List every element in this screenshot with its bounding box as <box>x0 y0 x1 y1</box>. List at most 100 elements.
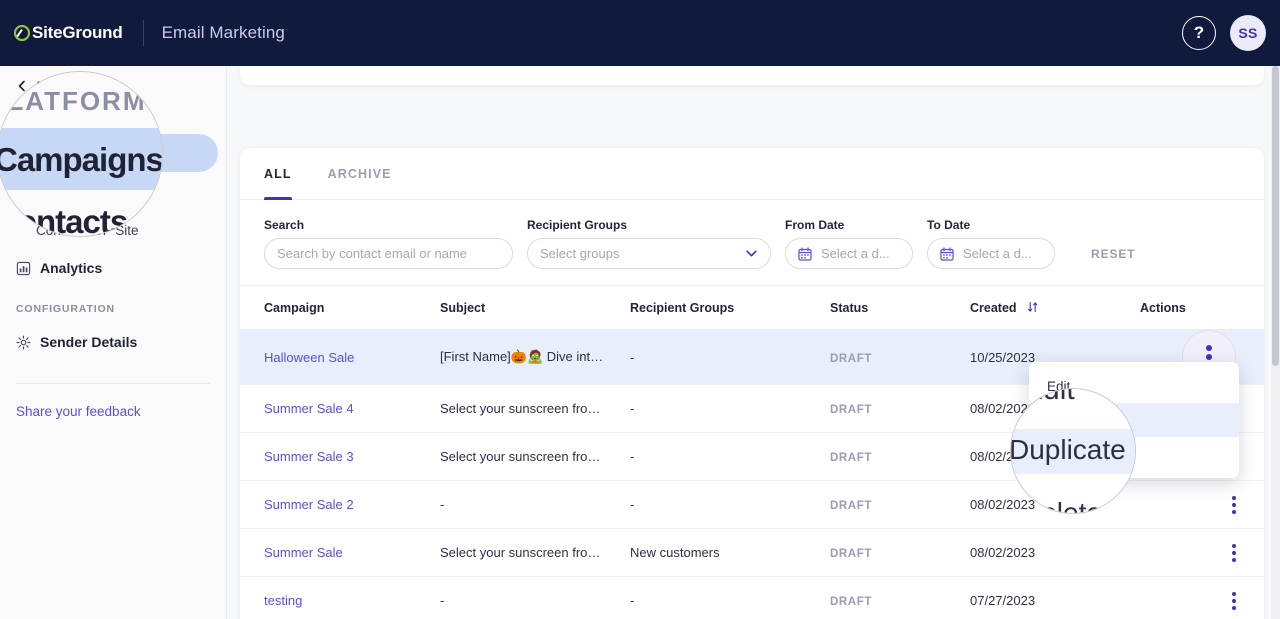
table-row[interactable]: Summer Sale 2- - DRAFT 08/02/2023 <box>240 480 1264 529</box>
cell-status: DRAFT <box>830 432 970 481</box>
table-row[interactable]: testing - - DRAFT 07/27/2023 <box>240 576 1264 619</box>
cell-campaign: Summer Sale 2 <box>240 480 440 529</box>
cell-subject: - <box>440 576 630 619</box>
th-recipient-groups[interactable]: Recipient Groups <box>630 286 830 330</box>
calendar-icon <box>798 246 812 261</box>
cell-recipient-groups: - <box>630 480 830 529</box>
recipient-groups-select[interactable]: Select groups <box>527 238 771 269</box>
table-head: Campaign Subject Recipient Groups Status… <box>240 286 1264 330</box>
from-date-field-group: From Date Select a d... <box>785 218 913 269</box>
cell-recipient-groups: New customers <box>630 528 830 577</box>
menu-item-duplicate[interactable]: Duplicate <box>1029 403 1239 437</box>
top-bar: SiteGround Email Marketing ? SS <box>0 0 1280 66</box>
cell-actions <box>1140 576 1264 619</box>
campaign-link[interactable]: Summer Sale 4 <box>264 401 354 416</box>
sidebar-item-campaigns-label: Campaigns <box>40 145 116 161</box>
cell-subject: - <box>440 480 630 529</box>
help-icon[interactable]: ? <box>1182 16 1216 50</box>
cell-created: 07/27/2023 <box>970 576 1140 619</box>
tab-all[interactable]: ALL <box>264 148 314 200</box>
megaphone-icon <box>17 147 27 159</box>
cell-campaign: Halloween Sale <box>240 329 440 385</box>
top-card-stub <box>240 66 1264 85</box>
cell-recipient-groups: - <box>630 329 830 385</box>
status-badge: DRAFT <box>830 596 872 608</box>
sort-icon <box>1028 301 1038 313</box>
status-badge: DRAFT <box>830 452 872 464</box>
cell-actions <box>1140 480 1264 529</box>
calendar-icon <box>940 246 954 261</box>
sidebar-item-analytics-label: Analytics <box>40 260 103 276</box>
sidebar-item-sender-details[interactable]: Sender Details <box>0 323 218 361</box>
search-input[interactable]: Search by contact email or name <box>264 238 513 269</box>
cell-subject: [First Name]🎃🧟 Dive int… <box>440 329 630 385</box>
sidebar-item-contacts-label: Contacts <box>40 185 100 201</box>
cell-created: 08/02/2023 <box>970 528 1140 577</box>
menu-item-delete[interactable]: Delete <box>1029 437 1239 471</box>
main-content: Manage Campaigns ALL ARCHIVE Search Sear… <box>227 66 1280 619</box>
cell-status: DRAFT <box>830 576 970 619</box>
sidebar-item-contacts[interactable]: Contacts <box>0 174 218 212</box>
campaign-link[interactable]: Summer Sale 3 <box>264 449 354 464</box>
th-campaign[interactable]: Campaign <box>240 286 440 330</box>
table-row[interactable]: Summer Sale Select your sunscreen fro… New… <box>240 528 1264 577</box>
to-date-label: To Date <box>927 218 971 232</box>
scrollbar-thumb[interactable] <box>1272 66 1279 366</box>
siteground-mark-icon <box>14 25 30 41</box>
cell-subject: Select your sunscreen fro… <box>440 384 630 433</box>
cell-recipient-groups: - <box>630 384 830 433</box>
cell-campaign: Summer Sale 4 <box>240 384 440 433</box>
sidebar-item-connect-wp-site[interactable]: Connect WP Site <box>0 214 226 247</box>
th-created[interactable]: Created <box>970 286 1140 330</box>
th-created-label: Created <box>970 301 1017 315</box>
tab-bar: ALL ARCHIVE <box>240 148 1264 200</box>
cell-recipient-groups: - <box>630 576 830 619</box>
search-field-group: Search Search by contact email or name <box>264 218 513 269</box>
row-actions-menu-icon[interactable] <box>1232 495 1236 514</box>
sidebar-item-account[interactable]: Account <box>0 72 226 100</box>
cell-created: 08/02/2023 <box>970 480 1140 529</box>
recipient-groups-value: Select groups <box>540 246 620 261</box>
cell-recipient-groups: - <box>630 432 830 481</box>
cell-status: DRAFT <box>830 329 970 385</box>
filter-bar: Search Search by contact email or name R… <box>240 200 1264 286</box>
sidebar-item-analytics[interactable]: Analytics <box>0 249 218 287</box>
chevron-down-icon <box>746 250 757 257</box>
th-subject[interactable]: Subject <box>440 286 630 330</box>
avatar[interactable]: SS <box>1230 15 1266 51</box>
sidebar-item-campaigns[interactable]: Campaigns <box>0 134 218 172</box>
campaign-link[interactable]: Summer Sale 2 <box>264 497 354 512</box>
campaign-link[interactable]: Summer Sale <box>264 545 343 560</box>
analytics-icon <box>16 261 31 275</box>
topbar-divider <box>142 20 144 46</box>
cell-subject: Select your sunscreen fro… <box>440 528 630 577</box>
to-date-input[interactable]: Select a d... <box>927 238 1055 269</box>
siteground-logo[interactable]: SiteGround <box>14 23 123 43</box>
campaign-link[interactable]: testing <box>264 593 302 608</box>
row-actions-menu-icon[interactable] <box>1232 591 1236 610</box>
actions-dropdown-menu: Edit Duplicate Delete <box>1029 362 1239 478</box>
cell-status: DRAFT <box>830 384 970 433</box>
page-scrollbar[interactable] <box>1271 66 1280 619</box>
campaign-link[interactable]: Halloween Sale <box>264 350 354 365</box>
topbar-actions: ? SS <box>1182 0 1266 66</box>
sidebar-section-platform: PLATFORM <box>16 114 81 126</box>
th-actions: Actions <box>1140 286 1264 330</box>
sidebar-item-feedback[interactable]: Share your feedback <box>0 384 226 419</box>
menu-item-edit[interactable]: Edit <box>1029 369 1239 403</box>
cell-campaign: testing <box>240 576 440 619</box>
th-status[interactable]: Status <box>830 286 970 330</box>
cell-subject: Select your sunscreen fro… <box>440 432 630 481</box>
row-actions-menu-icon[interactable] <box>1232 543 1236 562</box>
from-date-value: Select a d... <box>821 246 890 261</box>
from-date-input[interactable]: Select a d... <box>785 238 913 269</box>
sidebar: Account PLATFORM Campaigns Contacts Conn… <box>0 66 227 619</box>
status-badge: DRAFT <box>830 500 872 512</box>
cell-status: DRAFT <box>830 480 970 529</box>
reset-button[interactable]: RESET <box>1091 247 1136 261</box>
tab-archive[interactable]: ARCHIVE <box>314 148 406 199</box>
app-title: Email Marketing <box>161 23 285 42</box>
status-badge: DRAFT <box>830 352 872 365</box>
recipient-groups-field-group: Recipient Groups Select groups <box>527 218 771 269</box>
recipient-groups-label: Recipient Groups <box>527 218 628 232</box>
